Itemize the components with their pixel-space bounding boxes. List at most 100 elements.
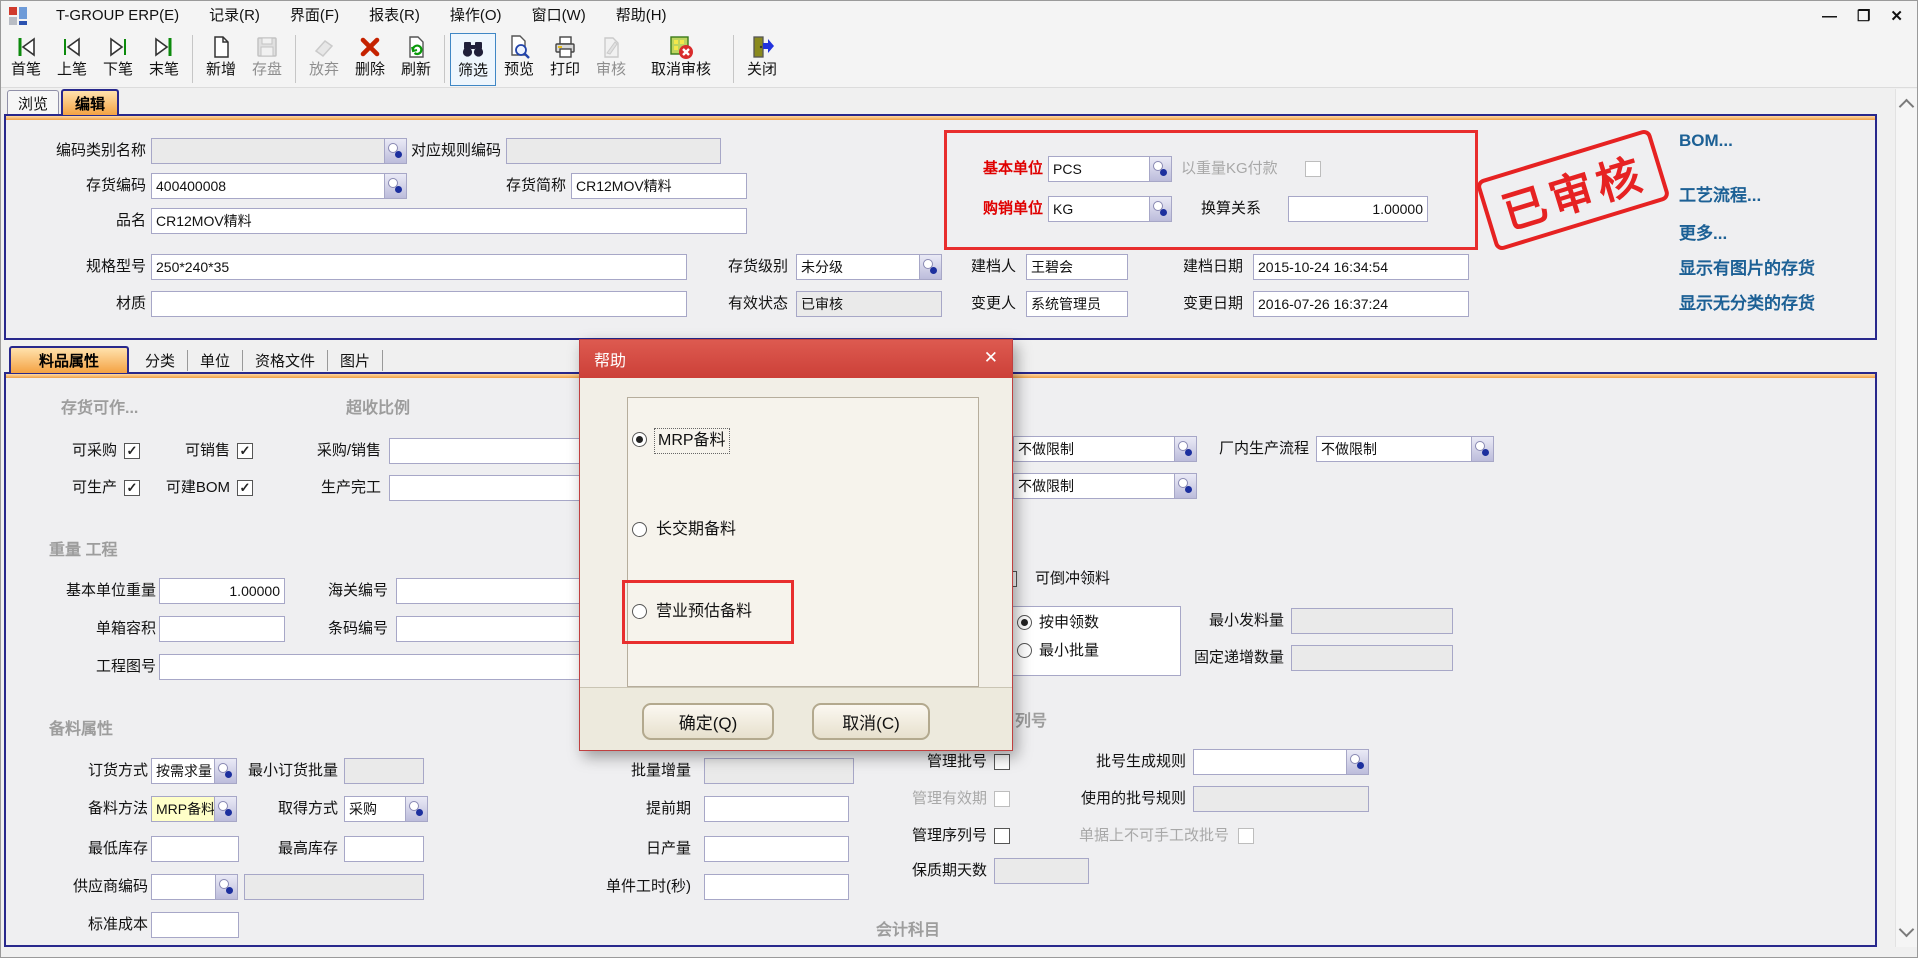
link-bom[interactable]: BOM... — [1679, 131, 1733, 151]
new-button[interactable]: 新增 — [198, 33, 244, 86]
refresh-button[interactable]: 刷新 — [393, 33, 439, 86]
max-stock-input[interactable] — [344, 836, 424, 862]
unit-hours-input[interactable] — [704, 874, 849, 900]
min-stock-input[interactable] — [151, 836, 239, 862]
batch-rule-input[interactable] — [1193, 749, 1369, 775]
barcode-input[interactable] — [396, 616, 589, 642]
menu-item-report[interactable]: 报表(R) — [354, 1, 435, 31]
close-icon[interactable]: ✕ — [1890, 7, 1903, 25]
filter-button[interactable]: 筛选 — [450, 33, 496, 86]
manage-batch-checkbox[interactable] — [994, 754, 1010, 770]
order-mode-input[interactable]: 按需求量 — [151, 758, 237, 784]
can-bom-checkbox[interactable] — [237, 480, 253, 496]
creator-input[interactable]: 王碧会 — [1026, 254, 1128, 280]
first-record-button[interactable]: 首笔 — [3, 33, 49, 86]
menu-item-help[interactable]: 帮助(H) — [601, 1, 682, 31]
lookup-icon[interactable] — [1174, 437, 1196, 461]
box-volume-label: 单箱容积 — [21, 616, 156, 642]
ok-button[interactable]: 确定(Q) — [642, 703, 774, 740]
next-record-button[interactable]: 下笔 — [95, 33, 141, 86]
link-more[interactable]: 更多... — [1679, 219, 1727, 244]
subtab-images[interactable]: 图片 — [328, 350, 383, 371]
subtab-classification[interactable]: 分类 — [133, 350, 188, 371]
subtab-qualification-files[interactable]: 资格文件 — [243, 350, 328, 371]
over-prod-input[interactable] — [389, 475, 589, 501]
menu-item-window[interactable]: 窗口(W) — [517, 1, 601, 31]
trade-unit-input[interactable]: KG — [1048, 196, 1172, 222]
unit-weight-input[interactable]: 1.00000 — [159, 578, 285, 604]
by-claim-radio[interactable] — [1017, 615, 1032, 630]
acquire-mode-input[interactable]: 采购 — [344, 796, 428, 822]
vertical-scrollbar[interactable] — [1895, 89, 1917, 947]
min-batch-radio[interactable] — [1017, 643, 1032, 658]
lookup-icon[interactable] — [384, 174, 406, 198]
factory-flow-input[interactable]: 不做限制 — [1316, 436, 1494, 462]
lookup-icon[interactable] — [1149, 197, 1171, 221]
lookup-icon[interactable] — [1149, 157, 1171, 181]
modify-date-input[interactable]: 2016-07-26 16:37:24 — [1253, 291, 1469, 317]
menu-item-record[interactable]: 记录(R) — [194, 1, 275, 31]
subtab-units[interactable]: 单位 — [188, 350, 243, 371]
menu-bar: T-GROUP ERP(E) 记录(R) 界面(F) 报表(R) 操作(O) 窗… — [1, 1, 1917, 31]
section-over-ratio: 超收比例 — [346, 394, 410, 418]
preview-button[interactable]: 预览 — [496, 33, 542, 86]
scroll-up-icon[interactable] — [1899, 99, 1915, 115]
base-unit-input[interactable]: PCS — [1048, 156, 1172, 182]
box-volume-input[interactable] — [159, 616, 285, 642]
print-button[interactable]: 打印 — [542, 33, 588, 86]
manage-serial-checkbox[interactable] — [994, 828, 1010, 844]
limit2-input[interactable]: 不做限制 — [1013, 473, 1197, 499]
cancel-approve-button[interactable]: 取消审核 — [634, 33, 728, 86]
prep-method-input[interactable]: MRP备料 — [151, 796, 237, 822]
link-process-flow[interactable]: 工艺流程... — [1679, 181, 1761, 206]
can-produce-checkbox[interactable] — [124, 480, 140, 496]
material-input[interactable] — [151, 291, 687, 317]
can-sell-checkbox[interactable] — [237, 443, 253, 459]
item-code-input[interactable]: 400400008 — [151, 173, 407, 199]
tab-edit[interactable]: 编辑 — [61, 89, 119, 115]
minimize-icon[interactable]: — — [1822, 8, 1837, 25]
option-long-leadtime-radio[interactable] — [632, 522, 647, 537]
create-date-input[interactable]: 2015-10-24 16:34:54 — [1253, 254, 1469, 280]
link-show-unclassified[interactable]: 显示无分类的存货 — [1679, 289, 1815, 314]
prev-record-button[interactable]: 上笔 — [49, 33, 95, 86]
dialog-close-icon[interactable]: ✕ — [984, 348, 998, 368]
menu-item-interface[interactable]: 界面(F) — [275, 1, 354, 31]
lookup-icon[interactable] — [405, 797, 427, 821]
over-buy-input[interactable] — [389, 438, 589, 464]
lookup-icon[interactable] — [1346, 750, 1368, 774]
scroll-down-icon[interactable] — [1899, 922, 1915, 938]
option-mrp-radio[interactable] — [632, 432, 647, 447]
item-name-input[interactable]: CR12MOV精料 — [151, 208, 747, 234]
lookup-icon[interactable] — [1174, 474, 1196, 498]
conversion-input[interactable]: 1.00000 — [1288, 196, 1428, 222]
limit1-input[interactable]: 不做限制 — [1013, 436, 1197, 462]
delete-button[interactable]: 删除 — [347, 33, 393, 86]
std-cost-input[interactable] — [151, 912, 239, 938]
item-abbr-input[interactable]: CR12MOV精料 — [571, 173, 747, 199]
level-input[interactable]: 未分级 — [796, 254, 942, 280]
modifier-input[interactable]: 系统管理员 — [1026, 291, 1128, 317]
lookup-icon[interactable] — [1471, 437, 1493, 461]
subtab-item-attributes[interactable]: 料品属性 — [9, 346, 129, 373]
dialog-title-bar[interactable]: 帮助 ✕ — [580, 340, 1012, 378]
restore-icon[interactable]: ❐ — [1857, 7, 1870, 25]
lead-time-input[interactable] — [704, 796, 849, 822]
daily-output-input[interactable] — [704, 836, 849, 862]
modifier-label: 变更人 — [928, 291, 1016, 317]
last-record-button[interactable]: 末笔 — [141, 33, 187, 86]
link-show-with-images[interactable]: 显示有图片的存货 — [1679, 254, 1815, 279]
tab-browse[interactable]: 浏览 — [7, 90, 59, 116]
drawing-no-input[interactable] — [159, 654, 591, 680]
option-mrp-label[interactable]: MRP备料 — [654, 428, 730, 454]
supplier-code-input[interactable] — [151, 874, 238, 900]
can-buy-checkbox[interactable] — [124, 443, 140, 459]
spec-input[interactable]: 250*240*35 — [151, 254, 687, 280]
close-form-button[interactable]: 关闭 — [739, 33, 785, 86]
customs-no-input[interactable] — [396, 578, 589, 604]
option-long-leadtime-label[interactable]: 长交期备料 — [656, 518, 736, 542]
menu-item-app[interactable]: T-GROUP ERP(E) — [41, 1, 194, 31]
menu-item-operation[interactable]: 操作(O) — [435, 1, 517, 31]
cancel-button[interactable]: 取消(C) — [812, 703, 930, 740]
lookup-icon[interactable] — [215, 875, 237, 899]
